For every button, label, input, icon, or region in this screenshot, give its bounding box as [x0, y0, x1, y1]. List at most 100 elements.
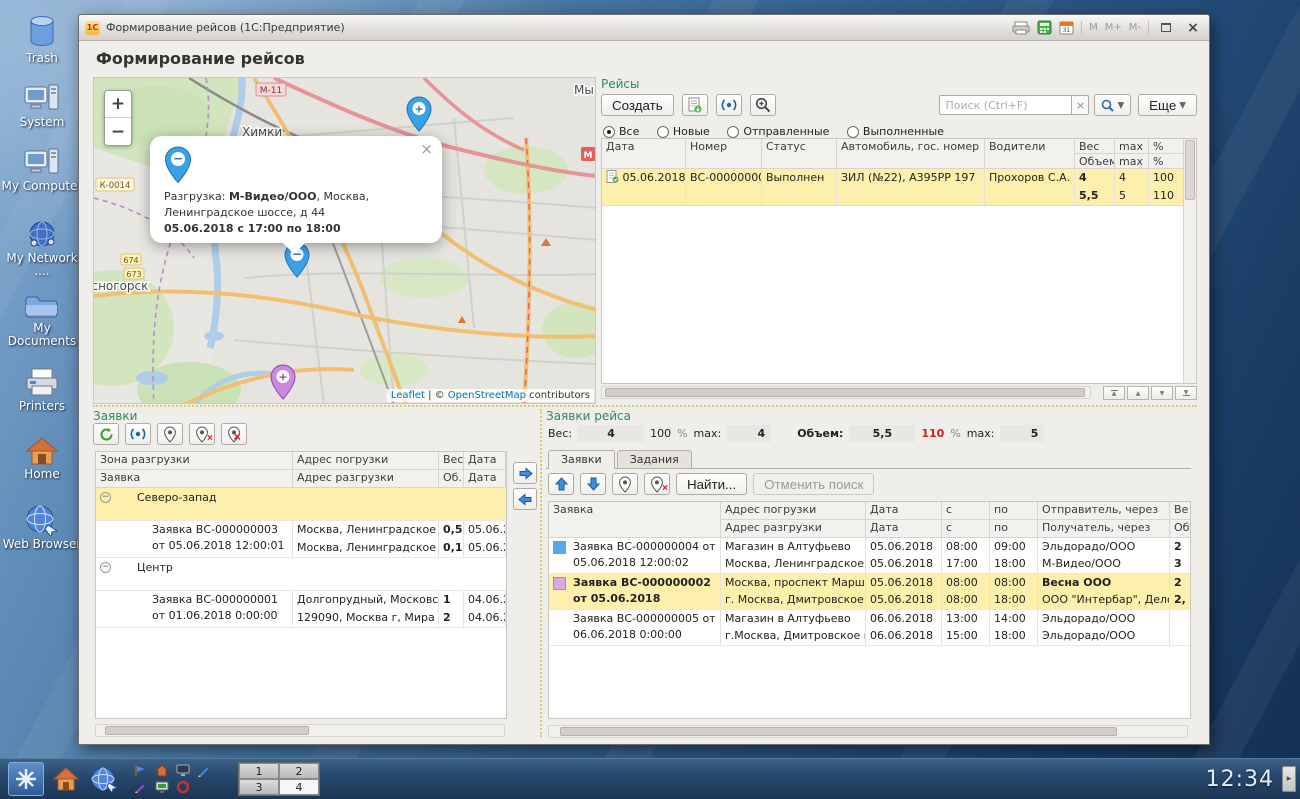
- filter-new[interactable]: Новые: [657, 125, 710, 138]
- trip-requests-horizontal-scrollbar[interactable]: [548, 725, 1188, 738]
- shortcut-pen2-icon[interactable]: [134, 781, 148, 794]
- requests-horizontal-scrollbar[interactable]: [95, 724, 505, 737]
- col-to2[interactable]: по: [990, 520, 1038, 538]
- col-receiver[interactable]: Получатель, через: [1038, 520, 1170, 538]
- calendar-icon[interactable]: 31: [1059, 20, 1074, 35]
- search-clear-button[interactable]: ×: [1071, 95, 1089, 115]
- col-weight[interactable]: Вес: [1075, 139, 1115, 154]
- close-button[interactable]: ×: [1183, 19, 1203, 37]
- filter-sent[interactable]: Отправленные: [727, 125, 829, 138]
- group-row-northwest[interactable]: − Северо-запад: [96, 488, 506, 521]
- col-volume-max[interactable]: max: [1115, 154, 1149, 169]
- show-on-map-button[interactable]: [612, 473, 638, 495]
- request-row[interactable]: Заявка ВС-000000003 от 05.06.2018 12:00:…: [96, 521, 506, 558]
- trip-request-row-selected[interactable]: Заявка ВС-000000002 от 05.06.2018 12:00:…: [549, 574, 1190, 610]
- col-unload-address[interactable]: Адрес разгрузки: [721, 520, 866, 538]
- cancel-search-button[interactable]: Отменить поиск: [753, 473, 874, 495]
- more-button[interactable]: Еще ▾: [1138, 94, 1197, 116]
- workspace-3[interactable]: 3: [239, 779, 279, 795]
- find-button[interactable]: Найти...: [676, 473, 747, 495]
- desktop-icon-my-documents[interactable]: My Documents: [0, 292, 84, 348]
- col-date2[interactable]: Дата: [464, 470, 506, 488]
- col-load-address[interactable]: Адрес погрузки: [721, 502, 866, 520]
- col-unload-address[interactable]: Адрес разгрузки: [293, 470, 439, 488]
- col-date2[interactable]: Дата: [866, 520, 942, 538]
- go-last-button[interactable]: ▼: [1175, 386, 1197, 400]
- shortcut-green-monitor-icon[interactable]: [155, 781, 169, 794]
- zoom-out-button[interactable]: −: [105, 118, 131, 145]
- shortcut-red-ring-icon[interactable]: [176, 780, 190, 794]
- osm-link[interactable]: OpenStreetMap: [448, 390, 526, 401]
- col-request[interactable]: Заявка: [96, 470, 293, 488]
- map-marker-north[interactable]: +: [406, 96, 432, 132]
- map-panel[interactable]: М-11 К-0014 674 673 М Химки Мы Красногор…: [93, 77, 596, 404]
- remove-from-map-button[interactable]: ×: [189, 423, 215, 445]
- trips-vertical-scrollbar[interactable]: [1183, 139, 1196, 383]
- copy-button[interactable]: [682, 94, 708, 116]
- desktop-icon-my-computer[interactable]: My Computer: [0, 148, 84, 193]
- show-on-map-button[interactable]: [157, 423, 183, 445]
- shortcut-flag-icon[interactable]: [134, 764, 148, 777]
- desktop-icon-trash[interactable]: Trash: [0, 14, 84, 65]
- search-input[interactable]: [939, 95, 1071, 115]
- trip-request-row[interactable]: Заявка ВС-000000004 от 05.06.2018 12:00:…: [549, 538, 1190, 574]
- desktop-icon-system[interactable]: System: [0, 84, 84, 129]
- print-icon[interactable]: [1012, 21, 1030, 35]
- shortcut-home-icon[interactable]: [155, 764, 169, 777]
- col-from2[interactable]: с: [942, 520, 990, 538]
- desktop-icon-web-browser[interactable]: Web Browser: [0, 504, 84, 551]
- titlebar[interactable]: 1С Формирование рейсов (1С:Предприятие) …: [79, 15, 1209, 41]
- col-drivers[interactable]: Водители: [985, 139, 1075, 169]
- taskbar-start-button[interactable]: [8, 762, 44, 796]
- tab-requests[interactable]: Заявки: [548, 450, 615, 469]
- col-weight[interactable]: Ве: [1170, 502, 1191, 520]
- memory-button[interactable]: M: [1089, 22, 1098, 33]
- col-volume[interactable]: Об...: [439, 470, 464, 488]
- vertical-splitter[interactable]: [540, 409, 542, 737]
- tab-tasks[interactable]: Задания: [617, 450, 692, 468]
- tray-expand-button[interactable]: ▸: [1282, 766, 1296, 792]
- broadcast-button[interactable]: [716, 94, 742, 116]
- map-marker-purple[interactable]: +: [270, 364, 296, 400]
- remove-from-trip-button[interactable]: [513, 488, 537, 510]
- col-zone[interactable]: Зона разгрузки: [96, 452, 293, 470]
- horizontal-splitter[interactable]: [93, 405, 1197, 407]
- workspace-1[interactable]: 1: [239, 763, 279, 779]
- shortcut-monitor-icon[interactable]: [176, 764, 190, 777]
- go-prev-button[interactable]: ▲: [1127, 386, 1149, 400]
- move-down-button[interactable]: [580, 473, 606, 495]
- remove-from-map-button[interactable]: ×: [644, 473, 670, 495]
- broadcast-button[interactable]: [125, 423, 151, 445]
- memory-minus-button[interactable]: M-: [1129, 22, 1141, 33]
- col-volume-pct[interactable]: %: [1149, 154, 1185, 169]
- trip-request-row[interactable]: Заявка ВС-000000005 от 06.06.2018 0:00:0…: [549, 610, 1190, 646]
- workspace-2[interactable]: 2: [279, 763, 319, 779]
- col-sender[interactable]: Отправитель, через: [1038, 502, 1170, 520]
- zoom-in-button[interactable]: +: [105, 91, 131, 118]
- memory-plus-button[interactable]: M+: [1105, 22, 1122, 33]
- taskbar-home-button[interactable]: [48, 762, 84, 796]
- filter-done[interactable]: Выполненные: [847, 125, 944, 138]
- desktop-icon-printers[interactable]: Printers: [0, 368, 84, 413]
- trip-row[interactable]: 05.06.2018 ВС-000000001 Выполнен ЗИЛ (№2…: [602, 169, 1185, 206]
- workspace-4-active[interactable]: 4: [279, 779, 319, 795]
- col-request[interactable]: Заявка: [549, 502, 721, 538]
- go-next-button[interactable]: ▼: [1151, 386, 1173, 400]
- shortcut-pen-icon[interactable]: [197, 764, 211, 777]
- col-to[interactable]: по: [990, 502, 1038, 520]
- col-weight[interactable]: Вес: [439, 452, 464, 470]
- col-number[interactable]: Номер: [686, 139, 762, 169]
- col-volume[interactable]: Объем: [1075, 154, 1115, 169]
- col-date[interactable]: Дата: [866, 502, 942, 520]
- request-row[interactable]: Заявка ВС-000000001 от 01.06.2018 0:00:0…: [96, 591, 506, 628]
- col-from[interactable]: с: [942, 502, 990, 520]
- col-status[interactable]: Статус: [762, 139, 837, 169]
- calculator-icon[interactable]: [1037, 20, 1052, 35]
- add-to-trip-button[interactable]: [513, 462, 537, 484]
- zoom-map-button[interactable]: [750, 94, 776, 116]
- collapse-icon[interactable]: −: [100, 492, 111, 503]
- go-first-button[interactable]: ▲: [1103, 386, 1125, 400]
- trips-horizontal-scrollbar[interactable]: [601, 386, 1091, 399]
- restore-button[interactable]: [1156, 19, 1176, 37]
- col-weight-max[interactable]: max: [1115, 139, 1149, 154]
